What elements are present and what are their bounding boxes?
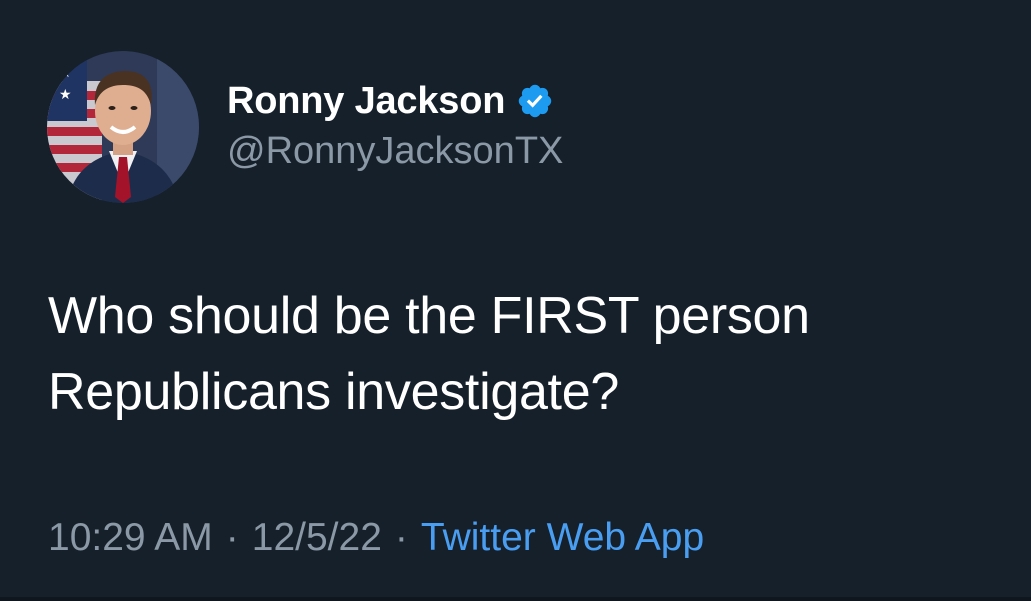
tweet-source-link[interactable]: Twitter Web App: [421, 516, 704, 560]
author-block: Ronny Jackson @RonnyJacksonTX: [227, 74, 563, 173]
divider: [0, 597, 1031, 601]
author-display-name[interactable]: Ronny Jackson: [227, 80, 505, 123]
meta-separator: ·: [394, 516, 408, 559]
profile-photo-icon: ★ ★: [47, 51, 199, 203]
author-name-row: Ronny Jackson: [227, 74, 563, 128]
svg-text:★: ★: [59, 87, 72, 103]
tweet-time[interactable]: 10:29 AM: [48, 516, 213, 560]
tweet-text-line: Republicans investigate?: [48, 363, 619, 421]
avatar[interactable]: ★ ★: [47, 51, 199, 203]
tweet-meta: 10:29 AM · 12/5/22 · Twitter Web App: [48, 512, 704, 564]
svg-text:★: ★: [59, 65, 72, 81]
author-handle[interactable]: @RonnyJacksonTX: [227, 130, 563, 173]
tweet-text-line: Who should be the FIRST person: [48, 287, 810, 345]
tweet-text: Who should be the FIRST person Republica…: [48, 278, 1008, 430]
tweet-date[interactable]: 12/5/22: [252, 516, 382, 560]
meta-separator: ·: [225, 516, 239, 559]
tweet-card: ★ ★ Ronny Jackson @RonnyJacksonTX Who sh…: [0, 0, 1031, 601]
verified-badge-icon: [516, 82, 554, 120]
